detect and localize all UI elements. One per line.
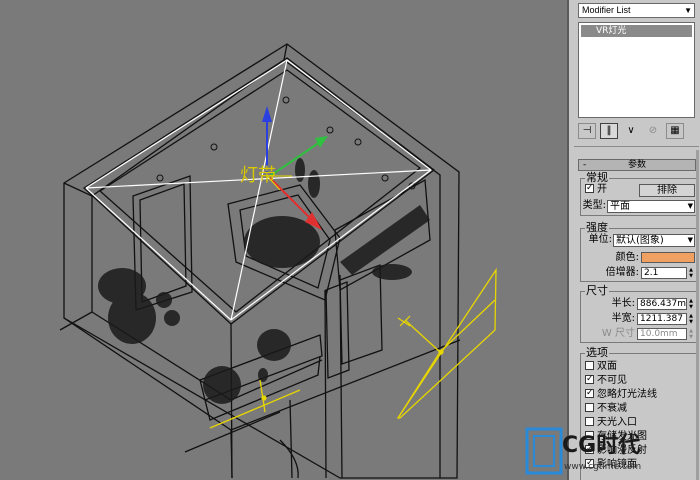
half-length-field[interactable]: 886.437m	[637, 298, 687, 310]
rollout-title: 参数	[627, 160, 646, 170]
parameters-rollout-header[interactable]: - 参数	[578, 159, 696, 171]
ignore-normals-checkbox[interactable]: ✓	[585, 388, 594, 398]
modifier-list-dropdown[interactable]: Modifier List ▼	[578, 3, 695, 18]
size-group-title: 尺寸	[585, 284, 609, 297]
option-no-decay[interactable]: 不衰减	[585, 402, 700, 416]
size-group: 尺寸 半长: 886.437m ▲ ▼ 半宽: 1211.387 ▲ ▼ W 尺寸 …	[580, 284, 698, 343]
type-label: 类型:	[582, 200, 606, 211]
option-double-sided[interactable]: 双面	[585, 360, 700, 374]
stack-toolbar: ⊣ ‖ ∨ ⊘ ▦	[578, 122, 698, 140]
divider	[574, 146, 699, 147]
chevron-down-icon: ▼	[684, 6, 692, 15]
option-ignore-light-normals[interactable]: ✓ 忽略灯光法线	[585, 388, 700, 402]
perspective-viewport[interactable]: 灯带	[0, 0, 567, 480]
units-value: 默认(图象)	[616, 235, 664, 246]
w-size-spinner: ▲ ▼	[689, 328, 693, 340]
type-value: 平面	[610, 201, 630, 212]
half-width-field[interactable]: 1211.387	[637, 313, 687, 325]
multiplier-label: 倍增器:	[605, 267, 639, 278]
no-decay-checkbox[interactable]	[585, 402, 594, 412]
panel-scrollbar[interactable]	[696, 150, 699, 480]
configure-sets-icon[interactable]: ▦	[666, 123, 684, 139]
watermark: CG时代 www.cgtime.com	[522, 424, 692, 480]
w-size-field: 10.0mm	[637, 328, 687, 340]
watermark-text: CG时代	[562, 433, 641, 458]
remove-modifier-icon[interactable]: ⊘	[644, 123, 662, 139]
pin-stack-icon[interactable]: ⊣	[578, 123, 596, 139]
on-label: 开	[597, 184, 607, 195]
type-select[interactable]: 平面 ▼	[607, 200, 695, 213]
make-unique-icon[interactable]: ∨	[622, 123, 640, 139]
color-label: 颜色:	[615, 252, 639, 263]
option-invisible[interactable]: ✓ 不可见	[585, 374, 700, 388]
half-length-label: 半长:	[611, 298, 635, 309]
modifier-list-label: Modifier List	[582, 5, 631, 15]
units-select[interactable]: 默认(图象) ▼	[613, 234, 695, 247]
on-checkbox[interactable]: ✓	[585, 183, 594, 193]
color-swatch[interactable]	[641, 252, 695, 263]
general-group: 常规 ✓ 开 排除 类型: 平面 ▼	[580, 171, 698, 216]
options-group-title: 选项	[585, 346, 609, 359]
chevron-down-icon: ▼	[687, 236, 693, 244]
half-width-spinner[interactable]: ▲ ▼	[688, 313, 694, 325]
exclude-button[interactable]: 排除	[639, 184, 695, 197]
half-length-spinner[interactable]: ▲ ▼	[688, 298, 694, 310]
show-end-result-icon[interactable]: ‖	[600, 123, 618, 139]
cg-logo-icon	[525, 427, 563, 475]
multiplier-field[interactable]: 2.1	[641, 267, 687, 279]
light-object-label: 灯带	[240, 165, 276, 186]
scene-wireframe	[59, 43, 497, 479]
double-sided-checkbox[interactable]	[585, 360, 594, 370]
intensity-group-title: 强度	[585, 221, 609, 234]
chevron-down-icon: ▼	[687, 202, 693, 210]
modify-command-panel: Modifier List ▼ VR灯光 ⊣ ‖ ∨ ⊘ ▦ - 参数 常规 ✓…	[567, 0, 700, 480]
half-width-label: 半宽:	[611, 313, 635, 324]
intensity-group: 强度 单位: 默认(图象) ▼ 颜色: 倍增器: 2.1 ▲ ▼	[580, 221, 698, 282]
watermark-url: www.cgtime.com	[564, 462, 642, 472]
stack-item-vrlight[interactable]: VR灯光	[581, 25, 692, 37]
modifier-stack[interactable]: VR灯光	[578, 22, 695, 118]
multiplier-spinner[interactable]: ▲ ▼	[688, 267, 694, 279]
units-label: 单位:	[588, 234, 612, 245]
w-size-label: W 尺寸	[601, 328, 635, 339]
invisible-checkbox[interactable]: ✓	[585, 374, 594, 384]
